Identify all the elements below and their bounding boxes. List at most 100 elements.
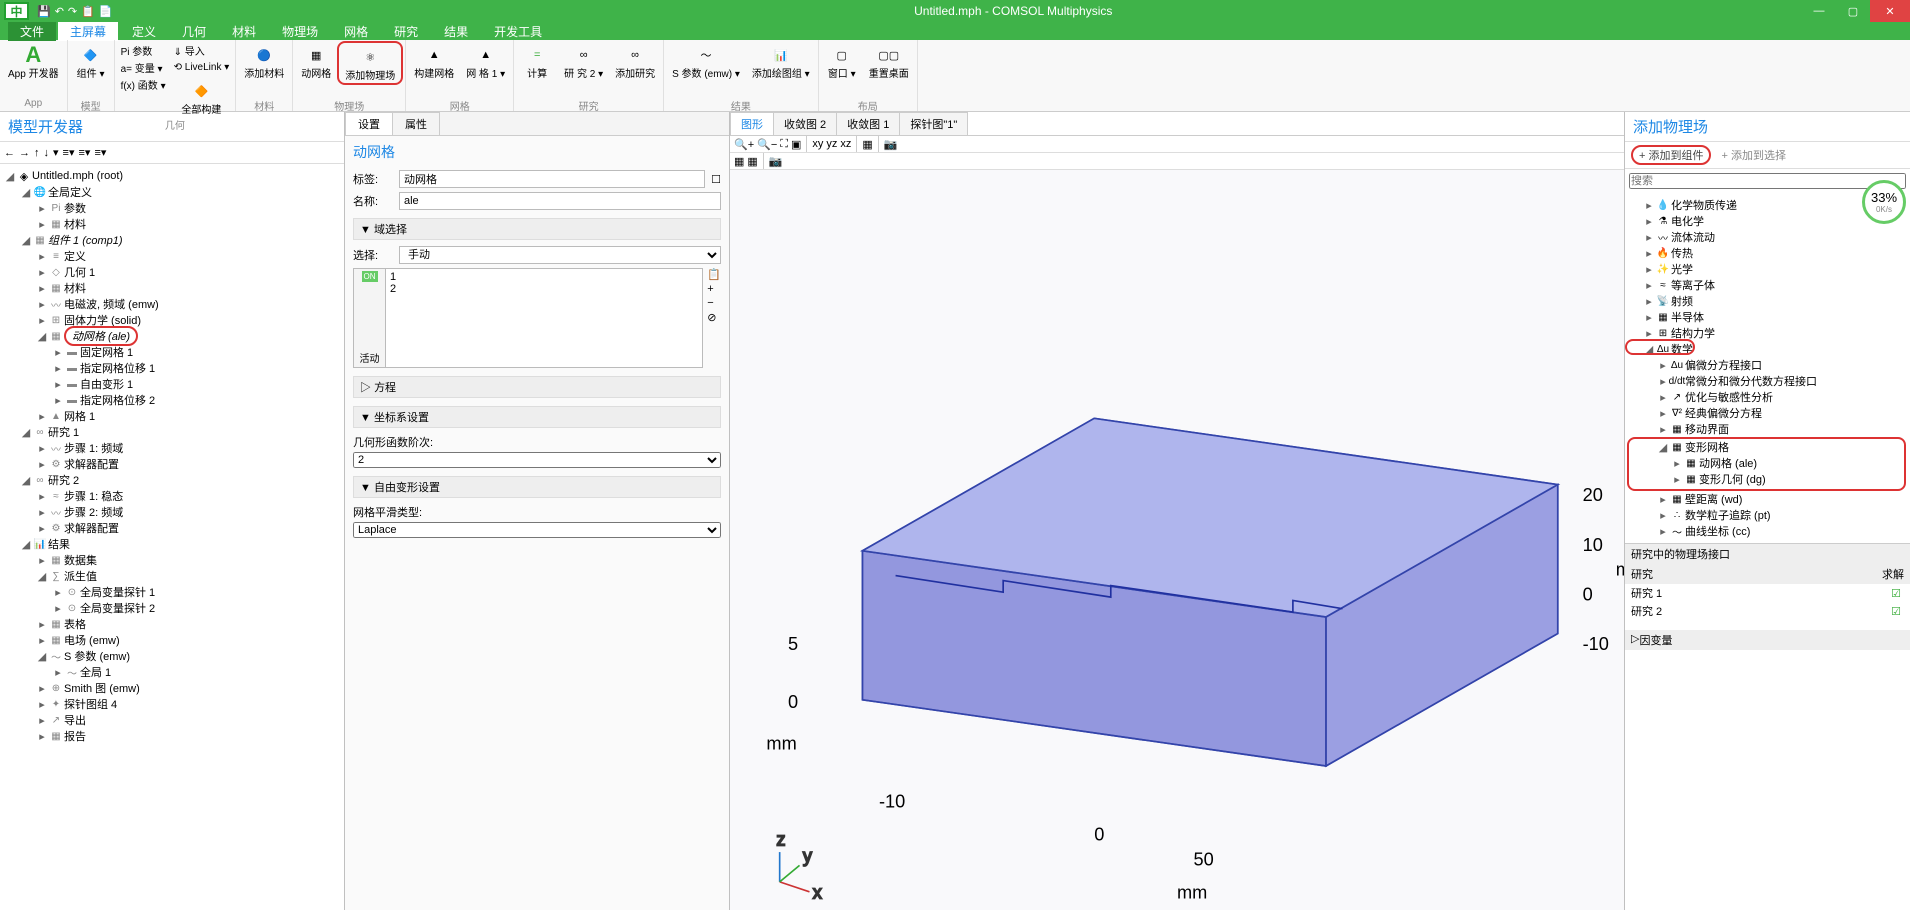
compute-button[interactable]: =计算 — [516, 41, 558, 81]
physics-node[interactable]: ▸▦半导体 — [1629, 309, 1906, 325]
graphics-canvas[interactable]: 0 5 mm -10 0 50 mm -10 0 10 20 mm z x y — [730, 170, 1624, 910]
link-icon[interactable]: ☐ — [711, 173, 721, 186]
section-free-deform[interactable]: ▼ 自由变形设置 — [353, 476, 721, 498]
nav-back-icon[interactable]: ← — [4, 147, 15, 159]
tree-node[interactable]: ▸◇几何 1 — [2, 264, 342, 280]
window-button[interactable]: ▢窗口 ▾ — [821, 41, 863, 81]
tab-geometry[interactable]: 几何 — [170, 22, 218, 41]
physics-node[interactable]: ▸📡射频 — [1629, 293, 1906, 309]
zoom-in-icon[interactable]: 🔍+ — [734, 138, 754, 151]
name-input[interactable] — [399, 192, 721, 210]
remove-icon[interactable]: − — [707, 297, 721, 309]
view-xz-icon[interactable]: xz — [840, 138, 851, 150]
zoom-sel-icon[interactable]: ▣ — [791, 138, 801, 151]
tree-node[interactable]: ▸⊙全局变量探针 1 — [2, 584, 342, 600]
livelink-button[interactable]: ⟲ LiveLink ▾ — [174, 59, 230, 76]
tab-properties[interactable]: 属性 — [392, 112, 440, 135]
study-select-button[interactable]: ∞研 究 2 ▾ — [558, 41, 609, 81]
physics-node[interactable]: ▸▦变形几何 (dg) — [1629, 471, 1900, 487]
tree-node[interactable]: ◢∞研究 1 — [2, 424, 342, 440]
close-button[interactable]: ✕ — [1870, 0, 1910, 22]
add-to-selection-button[interactable]: + 添加到选择 — [1721, 147, 1785, 163]
paste-icon[interactable]: 📋 — [707, 268, 721, 281]
shape-order-dropdown[interactable]: 2 — [353, 452, 721, 468]
tree-node[interactable]: ▸⊞固体力学 (solid) — [2, 312, 342, 328]
selection-dropdown[interactable]: 手动 — [399, 246, 721, 264]
tree-node[interactable]: ▸▦材料 — [2, 280, 342, 296]
import-button[interactable]: ⇓ 导入 — [174, 42, 230, 59]
add-material-button[interactable]: 🔵添加材料 — [238, 41, 290, 81]
tree-node[interactable]: ◢▦动网格 (ale) — [2, 328, 342, 344]
qat-copy-icon[interactable]: 📋 — [81, 5, 95, 18]
model-tree[interactable]: ◢◈Untitled.mph (root) ◢🌐全局定义▸Pi参数▸▦材料◢▦组… — [0, 164, 344, 910]
tree-node[interactable]: ▸≈步骤 1: 稳态 — [2, 488, 342, 504]
tab-results[interactable]: 结果 — [432, 22, 480, 41]
physics-node[interactable]: ▸Δu偏微分方程接口 — [1629, 357, 1906, 373]
physics-search-input[interactable] — [1629, 173, 1906, 189]
section-depvars[interactable]: ▷ 因变量 — [1625, 630, 1910, 650]
physics-node[interactable]: ▸↗优化与敏感性分析 — [1629, 389, 1906, 405]
tab-materials[interactable]: 材料 — [220, 22, 268, 41]
domain-listbox[interactable]: ON 活动 12 — [353, 268, 703, 368]
tab-conv2[interactable]: 收敛图 2 — [773, 112, 837, 135]
sel-all-icon[interactable]: ▦ — [734, 155, 744, 168]
qat-redo-icon[interactable]: ↷ — [68, 5, 77, 18]
tree-node[interactable]: ▸↗导出 — [2, 712, 342, 728]
physics-node[interactable]: ▸≈等离子体 — [1629, 277, 1906, 293]
toggle-icon[interactable]: ⊘ — [707, 311, 721, 324]
tab-conv1[interactable]: 收敛图 1 — [836, 112, 900, 135]
tab-probe[interactable]: 探针图"1" — [899, 112, 968, 135]
snapshot-icon[interactable]: 📷 — [769, 155, 783, 168]
physics-node[interactable]: ◢▦变形网格 — [1629, 439, 1900, 455]
tree-node[interactable]: ▸▦表格 — [2, 616, 342, 632]
maximize-button[interactable]: ▢ — [1836, 0, 1870, 22]
physics-node[interactable]: ▸∇²经典偏微分方程 — [1629, 405, 1906, 421]
add-to-component-button[interactable]: + 添加到组件 — [1631, 145, 1711, 165]
minimize-button[interactable]: — — [1802, 0, 1836, 22]
tree-node[interactable]: ▸▬指定网格位移 2 — [2, 392, 342, 408]
nav-fwd-icon[interactable]: → — [19, 147, 30, 159]
smoothing-dropdown[interactable]: Laplace — [353, 522, 721, 538]
mesh-select-button[interactable]: ▲网 格 1 ▾ — [460, 41, 511, 81]
section-frame[interactable]: ▼ 坐标系设置 — [353, 406, 721, 428]
reset-desktop-button[interactable]: ▢▢重置桌面 — [863, 41, 915, 81]
graphics-toolbar-2[interactable]: ▦ ▦ 📷 — [730, 153, 1624, 170]
build-mesh-button[interactable]: ▲构建网格 — [408, 41, 460, 81]
physics-node[interactable]: ▸⚗电化学 — [1629, 213, 1906, 229]
moving-mesh-button[interactable]: ▦动网格 — [295, 41, 337, 81]
study-row[interactable]: 研究 2☑ — [1625, 602, 1910, 620]
tab-settings[interactable]: 设置 — [345, 112, 393, 135]
graphics-toolbar[interactable]: 🔍+ 🔍− ⛶ ▣ xy yz xz ▦ 📷 — [730, 136, 1624, 153]
tree-node[interactable]: ▸≡定义 — [2, 248, 342, 264]
sparam-button[interactable]: 〜S 参数 (emw) ▾ — [666, 41, 746, 81]
camera-icon[interactable]: 📷 — [884, 138, 898, 151]
nav-down-icon[interactable]: ↓ — [44, 147, 50, 159]
select-icon[interactable]: ▦ — [862, 138, 872, 151]
tree-node[interactable]: ▸⚙求解器配置 — [2, 456, 342, 472]
add-study-button[interactable]: ∞添加研究 — [609, 41, 661, 81]
tree-node[interactable]: ▸⚙求解器配置 — [2, 520, 342, 536]
physics-node[interactable]: ▸▦壁距离 (wd) — [1629, 491, 1906, 507]
add-plotgroup-button[interactable]: 📊添加绘图组 ▾ — [746, 41, 816, 81]
add-icon[interactable]: + — [707, 283, 721, 295]
tree-node[interactable]: ▸〰步骤 1: 频域 — [2, 440, 342, 456]
tab-graphics[interactable]: 图形 — [730, 112, 774, 135]
tree-node[interactable]: ▸Pi参数 — [2, 200, 342, 216]
tree-node[interactable]: ▸▦材料 — [2, 216, 342, 232]
definitions-params[interactable]: Pi 参数 a= 变量 ▾ f(x) 函数 ▾ — [117, 41, 170, 94]
tab-study[interactable]: 研究 — [382, 22, 430, 41]
physics-node[interactable]: ▸▦动网格 (ale) — [1629, 455, 1900, 471]
nav-up-icon[interactable]: ↑ — [34, 147, 40, 159]
tab-file[interactable]: 文件 — [8, 22, 56, 41]
physics-node[interactable]: ▸✨光学 — [1629, 261, 1906, 277]
tree-node[interactable]: ▸〰电磁波, 频域 (emw) — [2, 296, 342, 312]
view-yz-icon[interactable]: yz — [826, 138, 837, 150]
tree-node[interactable]: ◢∑派生值 — [2, 568, 342, 584]
physics-node[interactable]: ▸d/dt常微分和微分代数方程接口 — [1629, 373, 1906, 389]
tree-node[interactable]: ▸▬指定网格位移 1 — [2, 360, 342, 376]
tab-physics[interactable]: 物理场 — [270, 22, 330, 41]
ime-indicator[interactable]: 中 — [4, 2, 29, 20]
tree-toolbar[interactable]: ← → ↑ ↓ ▾≡▾≡▾≡▾ — [0, 142, 344, 164]
tree-node[interactable]: ◢📊结果 — [2, 536, 342, 552]
tree-node[interactable]: ▸▬固定网格 1 — [2, 344, 342, 360]
